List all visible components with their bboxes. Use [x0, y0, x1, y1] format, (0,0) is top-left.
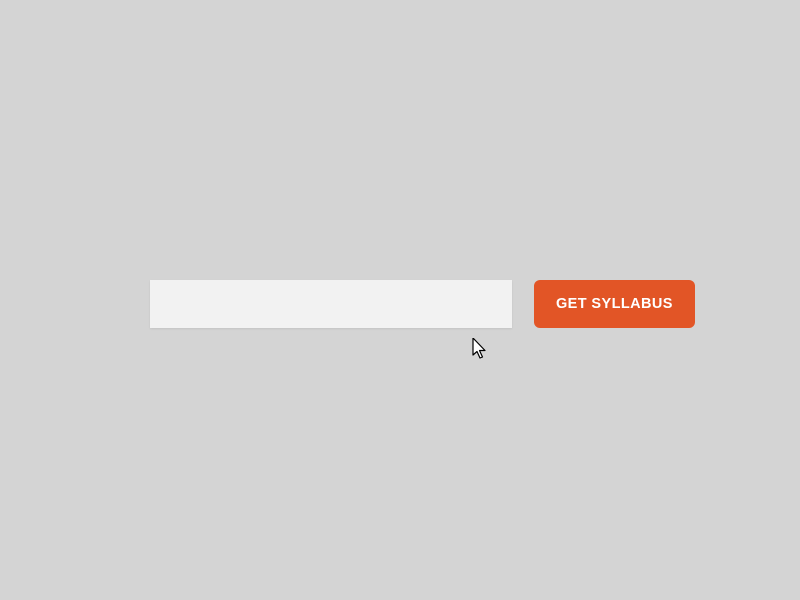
cursor-icon — [472, 338, 490, 362]
get-syllabus-button[interactable]: GET SYLLABUS — [534, 280, 695, 328]
syllabus-input[interactable] — [150, 280, 512, 328]
syllabus-form: GET SYLLABUS — [150, 280, 695, 328]
